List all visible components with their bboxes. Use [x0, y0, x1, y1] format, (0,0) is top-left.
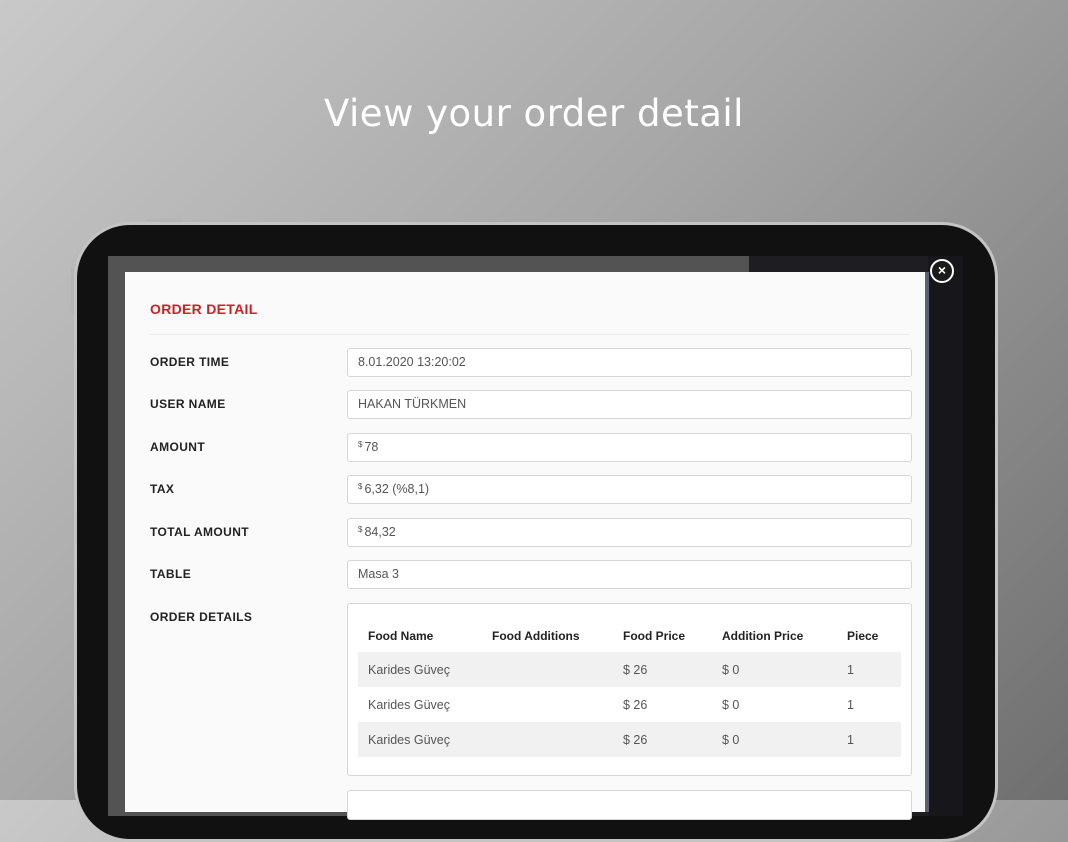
amount-field[interactable]: $78: [347, 433, 912, 462]
cell-food-name: Karides Güveç: [358, 652, 482, 687]
column-header-addition-price: Addition Price: [722, 628, 804, 643]
currency-symbol: $: [358, 440, 363, 449]
user-name-label: USER NAME: [150, 397, 226, 411]
power-button: [71, 268, 74, 314]
tax-field[interactable]: $6,32 (%8,1): [347, 475, 912, 504]
cell-food-price: $ 26: [613, 722, 712, 757]
order-details-label: ORDER DETAILS: [150, 610, 253, 624]
column-header-piece: Piece: [847, 628, 879, 643]
amount-label: AMOUNT: [150, 440, 206, 454]
next-field[interactable]: [347, 790, 912, 820]
total-amount-value: 84,32: [364, 525, 396, 539]
cell-food-price: $ 26: [613, 652, 712, 687]
column-header-food-price: Food Price: [623, 628, 686, 643]
order-time-label: ORDER TIME: [150, 355, 230, 369]
cell-piece: 1: [837, 652, 901, 687]
background-sidebar: [928, 256, 963, 816]
user-name-value: HAKAN TÜRKMEN: [358, 397, 467, 411]
currency-symbol: $: [358, 525, 363, 534]
close-button[interactable]: ×: [930, 259, 954, 283]
table-row: Karides Güveç $ 26 $ 0 1: [358, 687, 901, 722]
cell-food-name: Karides Güveç: [358, 722, 482, 757]
user-name-field[interactable]: HAKAN TÜRKMEN: [347, 390, 912, 419]
table-value: Masa 3: [358, 567, 399, 581]
column-header-food-name: Food Name: [368, 628, 434, 643]
cell-addition-price: $ 0: [712, 652, 837, 687]
tax-label: TAX: [150, 482, 175, 496]
headline: View your order detail: [324, 92, 744, 135]
table-header-row: Food Name Food Additions Food Price Addi…: [358, 619, 901, 652]
order-detail-modal: ORDER DETAIL ORDER TIME 8.01.2020 13:20:…: [125, 272, 929, 820]
cell-food-additions: [482, 722, 613, 757]
order-details-box: Food Name Food Additions Food Price Addi…: [347, 603, 912, 776]
cell-addition-price: $ 0: [722, 697, 740, 712]
table-field[interactable]: Masa 3: [347, 560, 912, 589]
modal-divider: [150, 334, 910, 335]
order-time-value: 8.01.2020 13:20:02: [358, 355, 466, 369]
total-amount-field[interactable]: $84,32: [347, 518, 912, 547]
order-time-field[interactable]: 8.01.2020 13:20:02: [347, 348, 912, 377]
amount-value: 78: [364, 440, 379, 454]
cell-food-additions: [482, 687, 613, 722]
tax-value: 6,32 (%8,1): [364, 482, 430, 496]
table-row: Karides Güveç $ 26 $ 0 1: [358, 652, 901, 687]
modal-title: ORDER DETAIL: [150, 301, 258, 317]
cell-piece: 1: [847, 697, 854, 712]
volume-down-button: [192, 219, 228, 222]
total-amount-label: TOTAL AMOUNT: [150, 525, 250, 539]
cell-food-price: $ 26: [623, 697, 648, 712]
cell-piece: 1: [837, 722, 901, 757]
cell-food-additions: [482, 652, 613, 687]
currency-symbol: $: [358, 482, 363, 491]
cell-food-name: Karides Güveç: [368, 697, 450, 712]
order-details-table: Food Name Food Additions Food Price Addi…: [358, 619, 901, 757]
column-header-food-additions: Food Additions: [492, 628, 580, 643]
table-row: Karides Güveç $ 26 $ 0 1: [358, 722, 901, 757]
table-label: TABLE: [150, 567, 192, 581]
cell-addition-price: $ 0: [712, 722, 837, 757]
close-icon: ×: [937, 262, 947, 278]
volume-up-button: [146, 219, 182, 222]
